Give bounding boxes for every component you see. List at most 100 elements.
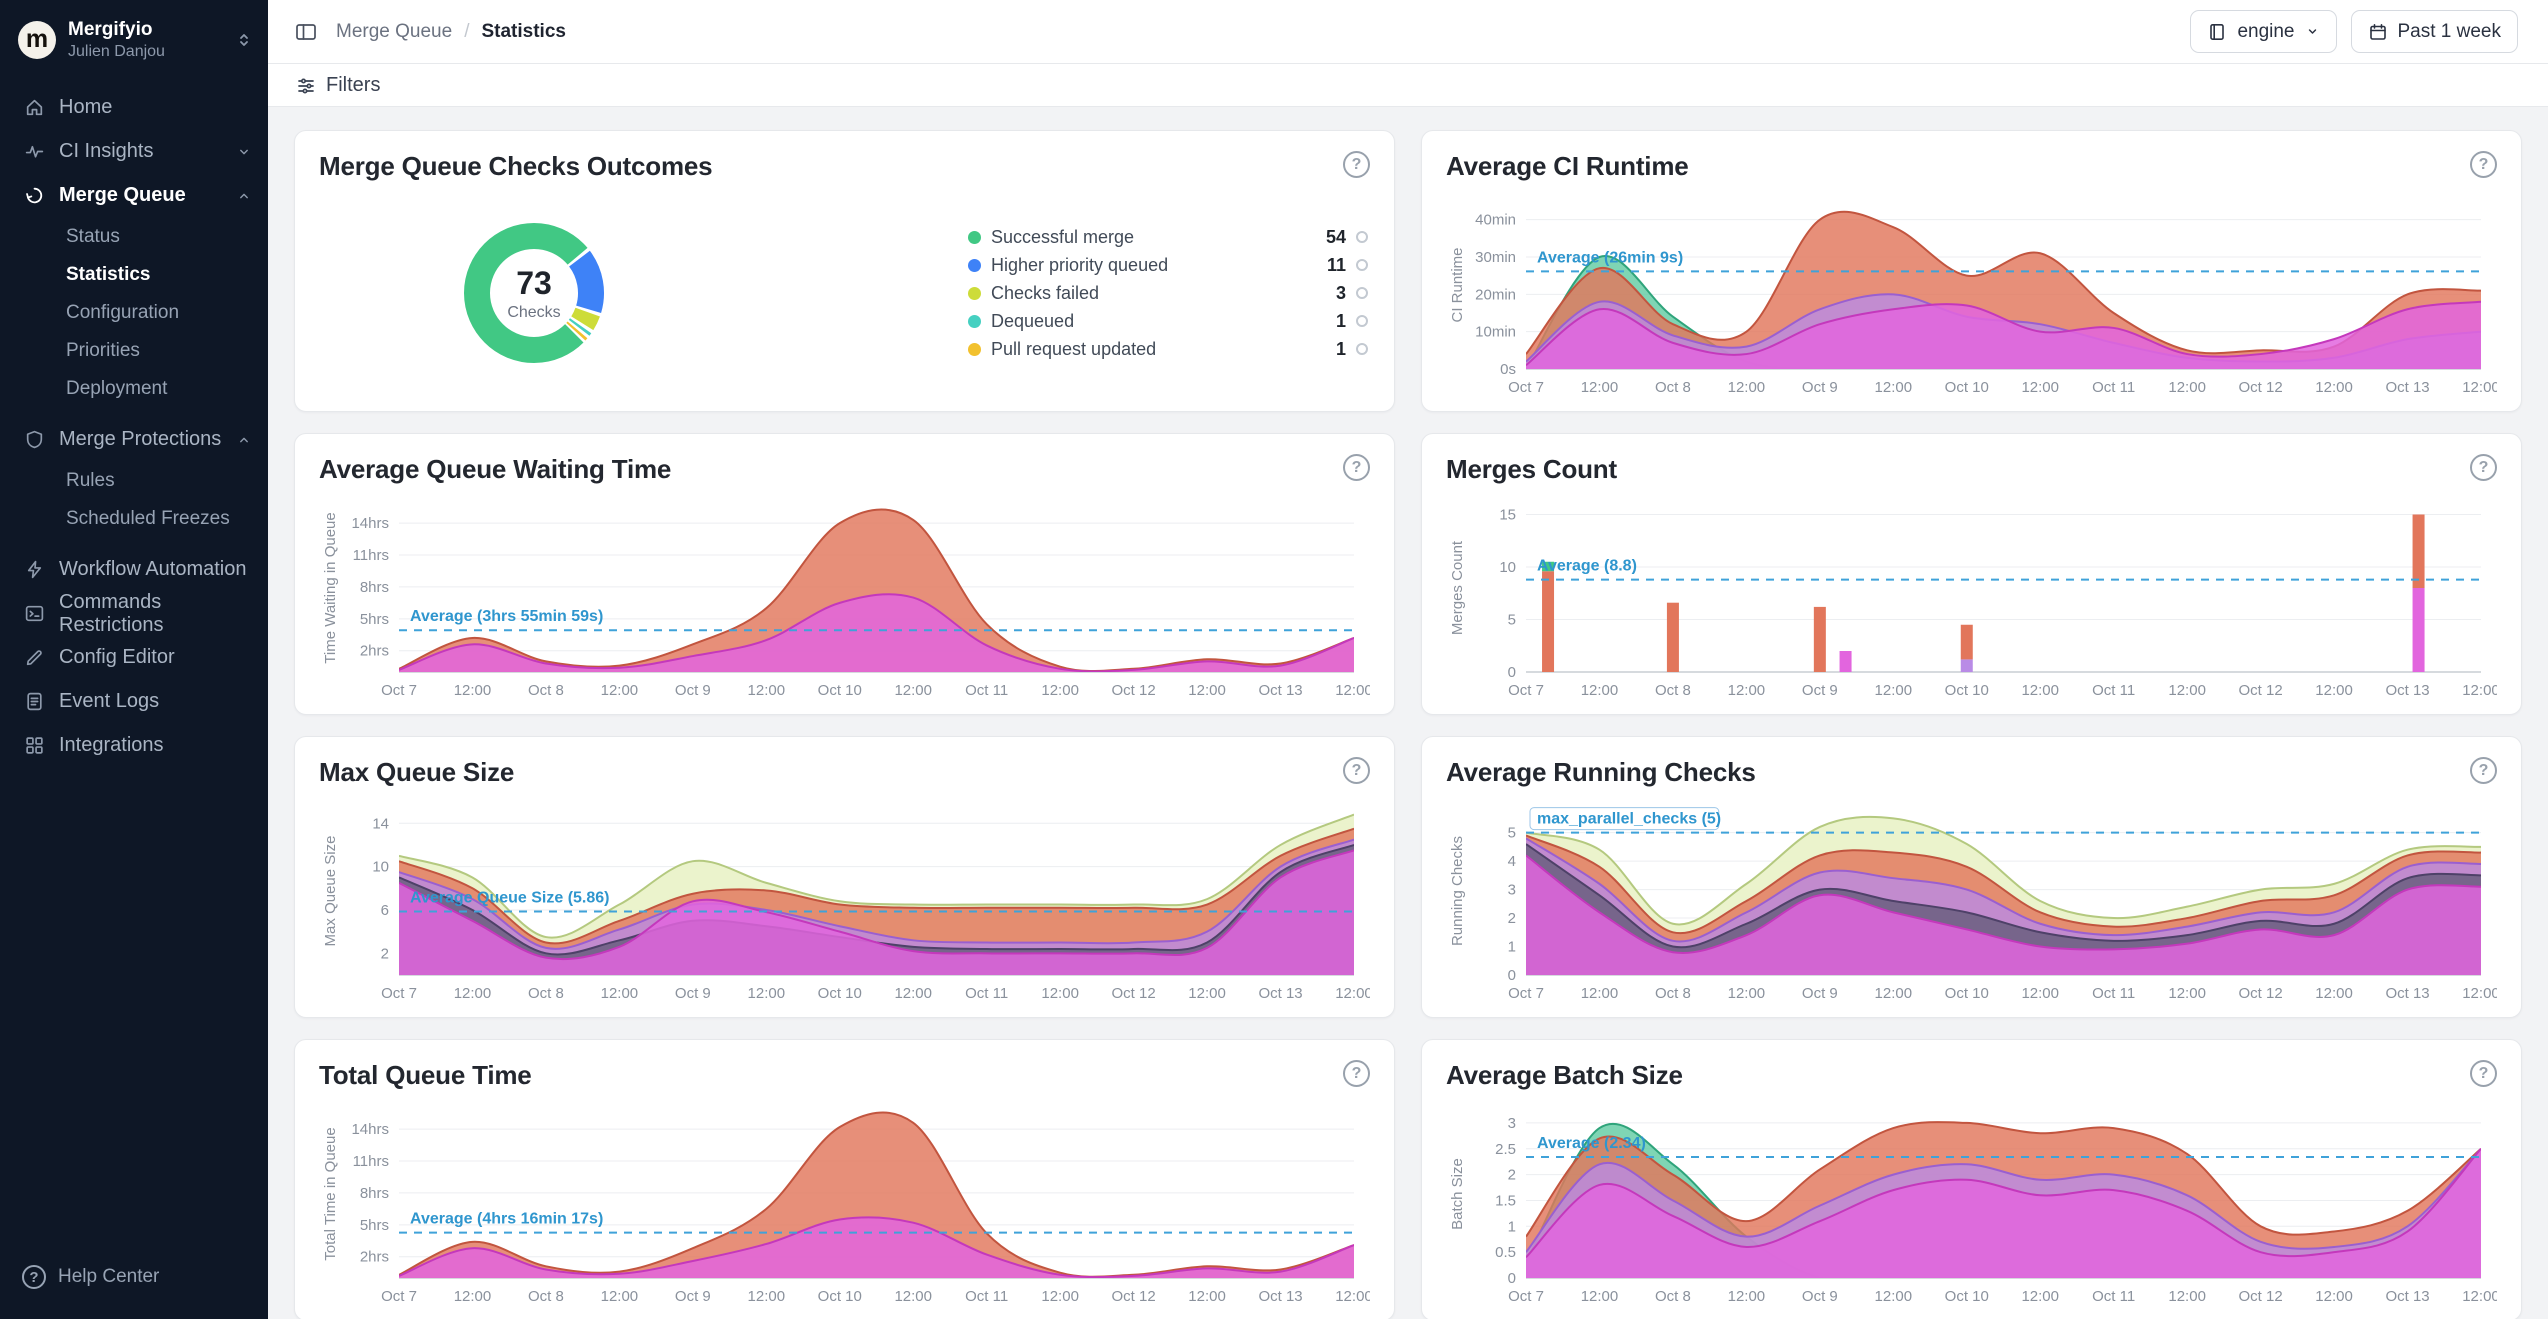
date-range-button[interactable]: Past 1 week	[2351, 10, 2519, 53]
org-switcher[interactable]: m Mergifyio Julien Danjou	[0, 0, 268, 80]
svg-text:Oct 13: Oct 13	[1258, 985, 1302, 1002]
help-icon[interactable]: ?	[1343, 757, 1370, 784]
filters-button[interactable]: Filters	[296, 74, 380, 97]
help-icon[interactable]: ?	[2470, 454, 2497, 481]
svg-text:Time Waiting in Queue: Time Waiting in Queue	[322, 512, 339, 663]
sidebar-item-status[interactable]: Status	[0, 218, 268, 256]
sidebar-item-ci-insights[interactable]: CI Insights	[0, 130, 268, 174]
info-circle-icon[interactable]	[1356, 231, 1368, 243]
info-circle-icon[interactable]	[1356, 259, 1368, 271]
svg-text:Oct 7: Oct 7	[1508, 379, 1544, 396]
chevron-up-down-icon[interactable]	[234, 30, 254, 50]
svg-text:12:00: 12:00	[1188, 682, 1226, 699]
sidebar-subitem-label: Priorities	[66, 340, 140, 362]
svg-text:12:00: 12:00	[1041, 985, 1079, 1002]
svg-text:30min: 30min	[1475, 249, 1516, 266]
user-name: Julien Danjou	[68, 42, 165, 62]
sidebar-item-rules[interactable]: Rules	[0, 462, 268, 500]
card-title: Average CI Runtime	[1446, 151, 1689, 182]
info-circle-icon[interactable]	[1356, 315, 1368, 327]
app-root: m Mergifyio Julien Danjou Home CI Insigh…	[0, 0, 2548, 1319]
svg-text:12:00: 12:00	[1041, 682, 1079, 699]
help-icon[interactable]: ?	[1343, 454, 1370, 481]
svg-text:12:00: 12:00	[1335, 1288, 1370, 1305]
svg-text:0: 0	[1508, 664, 1516, 681]
sidebar-item-deployment[interactable]: Deployment	[0, 370, 268, 408]
svg-text:12:00: 12:00	[2168, 379, 2206, 396]
help-icon[interactable]: ?	[2470, 151, 2497, 178]
sidebar-item-merge-protections[interactable]: Merge Protections	[0, 418, 268, 462]
svg-text:Oct 7: Oct 7	[1508, 1288, 1544, 1305]
svg-text:14hrs: 14hrs	[351, 1121, 389, 1138]
card-merges-count: Merges Count ? 051015Oct 712:00Oct 812:0…	[1421, 433, 2522, 715]
svg-text:12:00: 12:00	[454, 682, 492, 699]
sidebar-item-commands-restrictions[interactable]: Commands Restrictions	[0, 592, 268, 636]
sidebar-item-configuration[interactable]: Configuration	[0, 294, 268, 332]
info-circle-icon[interactable]	[1356, 343, 1368, 355]
help-icon[interactable]: ?	[1343, 151, 1370, 178]
info-circle-icon[interactable]	[1356, 287, 1368, 299]
sidebar-item-label: Workflow Automation	[59, 558, 247, 581]
legend-dot	[968, 343, 981, 356]
filters-label: Filters	[326, 74, 380, 97]
sidebar-toggle-icon[interactable]	[294, 20, 318, 44]
edit-pencil-icon	[24, 647, 45, 668]
svg-text:Max Queue Size: Max Queue Size	[322, 836, 339, 947]
svg-text:max_parallel_checks (5): max_parallel_checks (5)	[1537, 811, 1721, 828]
help-icon[interactable]: ?	[2470, 1060, 2497, 1087]
help-center-link[interactable]: ? Help Center	[0, 1247, 268, 1301]
sidebar: m Mergifyio Julien Danjou Home CI Insigh…	[0, 0, 268, 1319]
svg-text:Oct 8: Oct 8	[1655, 379, 1691, 396]
svg-text:Average (26min 9s): Average (26min 9s)	[1537, 249, 1683, 266]
svg-text:Running Checks: Running Checks	[1449, 836, 1466, 946]
merge-queue-icon	[24, 185, 45, 206]
help-icon[interactable]: ?	[2470, 757, 2497, 784]
svg-text:Oct 7: Oct 7	[381, 985, 417, 1002]
svg-text:12:00: 12:00	[2168, 985, 2206, 1002]
legend-item: Successful merge54	[968, 223, 1368, 251]
terminal-icon	[24, 603, 45, 624]
sidebar-item-workflow-automation[interactable]: Workflow Automation	[0, 548, 268, 592]
sidebar-item-priorities[interactable]: Priorities	[0, 332, 268, 370]
svg-text:6: 6	[381, 902, 389, 919]
svg-text:Oct 13: Oct 13	[2385, 379, 2429, 396]
breadcrumb-parent[interactable]: Merge Queue	[336, 21, 452, 43]
svg-text:Average (2.34): Average (2.34)	[1537, 1135, 1646, 1152]
svg-text:2: 2	[381, 945, 389, 962]
svg-text:Oct 10: Oct 10	[1945, 682, 1989, 699]
svg-text:0s: 0s	[1500, 361, 1516, 378]
help-icon[interactable]: ?	[1343, 1060, 1370, 1087]
sidebar-item-event-logs[interactable]: Event Logs	[0, 680, 268, 724]
svg-text:12:00: 12:00	[1581, 985, 1619, 1002]
sidebar-item-merge-queue[interactable]: Merge Queue	[0, 174, 268, 218]
sidebar-item-integrations[interactable]: Integrations	[0, 724, 268, 768]
repo-selector[interactable]: engine	[2190, 10, 2336, 53]
card-title: Merges Count	[1446, 454, 1617, 485]
filters-bar: Filters	[268, 64, 2548, 107]
file-text-icon	[24, 691, 45, 712]
svg-text:12:00: 12:00	[601, 1288, 639, 1305]
svg-text:Oct 11: Oct 11	[2092, 1288, 2135, 1305]
sidebar-item-home[interactable]: Home	[0, 86, 268, 130]
sidebar-item-scheduled-freezes[interactable]: Scheduled Freezes	[0, 500, 268, 538]
svg-text:Oct 8: Oct 8	[1655, 985, 1691, 1002]
svg-text:12:00: 12:00	[1041, 1288, 1079, 1305]
chevron-down-icon	[236, 144, 252, 160]
svg-text:20min: 20min	[1475, 286, 1516, 303]
svg-text:12:00: 12:00	[2462, 379, 2497, 396]
repo-icon	[2207, 22, 2227, 42]
sidebar-subitem-label: Deployment	[66, 378, 167, 400]
svg-text:CI Runtime: CI Runtime	[1449, 247, 1466, 322]
svg-text:Total Time in Queue: Total Time in Queue	[322, 1127, 339, 1260]
sidebar-item-config-editor[interactable]: Config Editor	[0, 636, 268, 680]
svg-text:12:00: 12:00	[601, 985, 639, 1002]
legend-dot	[968, 259, 981, 272]
bar-chart: 051015Oct 712:00Oct 812:00Oct 912:00Oct …	[1446, 490, 2497, 702]
svg-text:Oct 8: Oct 8	[528, 985, 564, 1002]
sidebar-item-statistics[interactable]: Statistics	[0, 256, 268, 294]
legend-value: 11	[1327, 255, 1346, 276]
legend-dot	[968, 231, 981, 244]
svg-text:12:00: 12:00	[1875, 682, 1913, 699]
svg-text:12:00: 12:00	[2315, 1288, 2353, 1305]
area-chart: 2hrs5hrs8hrs11hrs14hrsOct 712:00Oct 812:…	[319, 1096, 1370, 1308]
